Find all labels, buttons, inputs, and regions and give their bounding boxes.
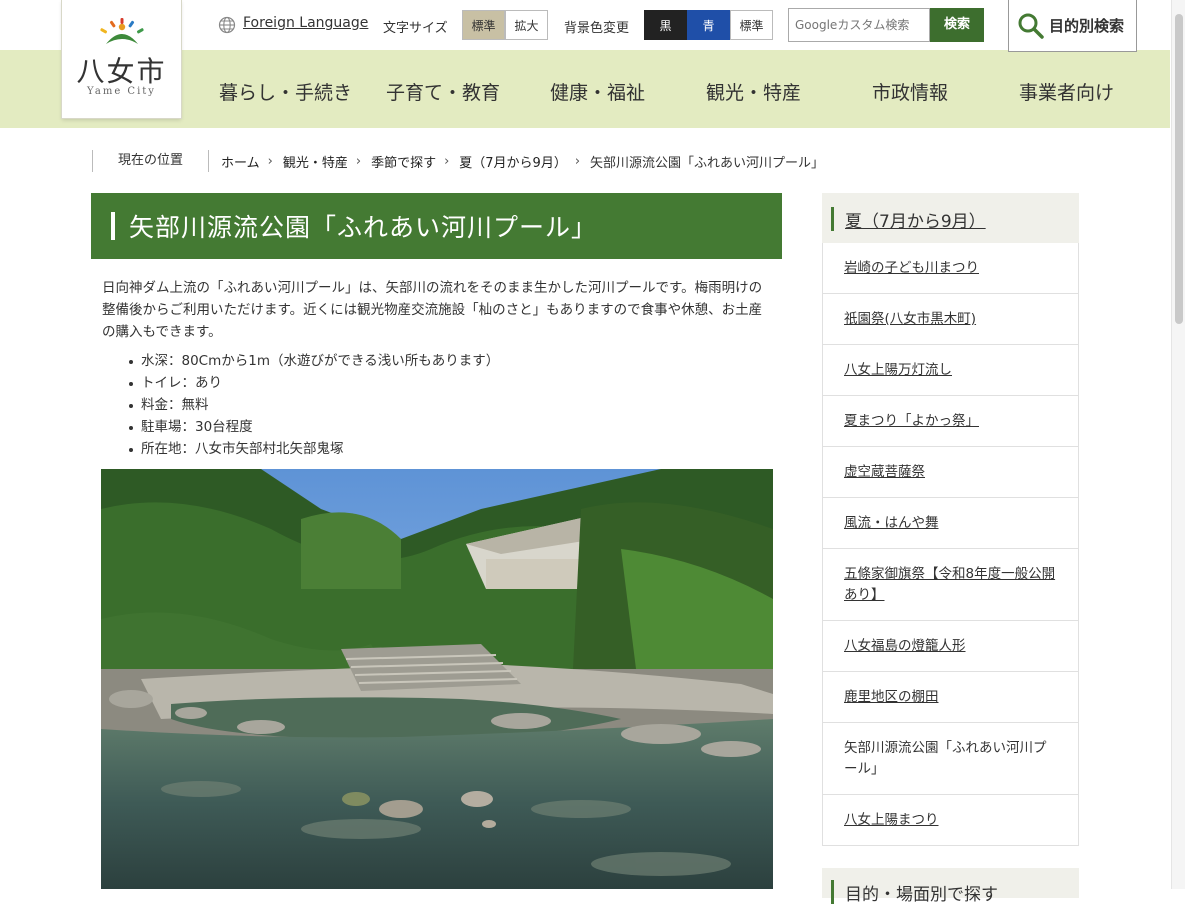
facts-list: 水深：80Cmから1m（水遊びができる浅い所もあります） トイレ：あり 料金：無… — [127, 350, 499, 460]
logo-subtitle: Yame City — [87, 86, 156, 97]
chevron-right-icon: › — [444, 153, 450, 169]
sidebar-item-label: 岩崎の子ども川まつり — [844, 260, 979, 276]
breadcrumb: 現在の位置 ホーム › 観光・特産 › 季節で探す › 夏（7月から9月） › … — [92, 150, 824, 172]
bg-standard-button[interactable]: 標準 — [730, 10, 773, 40]
sidebar-heading-2-text: 目的・場面別で探す — [845, 885, 998, 905]
search-icon — [1018, 13, 1044, 39]
list-item: 水深：80Cmから1m（水遊びができる浅い所もあります） — [127, 350, 499, 372]
font-size-label: 文字サイズ — [383, 21, 448, 36]
sidebar-item[interactable]: 夏まつり「よかっ祭」 — [823, 396, 1078, 447]
sidebar-item-label: 八女上陽まつり — [844, 812, 939, 828]
sidebar-item[interactable]: 虚空蔵菩薩祭 — [823, 447, 1078, 498]
purpose-search-button[interactable]: 目的別検索 — [1008, 0, 1137, 52]
list-item: 料金：無料 — [127, 394, 499, 416]
page-scrollbar[interactable] — [1171, 0, 1185, 889]
sidebar-item[interactable]: 岩崎の子ども川まつり — [823, 243, 1078, 294]
title-accent-bar — [111, 212, 115, 240]
sidebar-item-label: 風流・はんや舞 — [844, 515, 939, 531]
globe-icon — [218, 16, 236, 34]
purpose-search-label: 目的別検索 — [1049, 17, 1125, 35]
bg-black-button[interactable]: 黒 — [644, 10, 687, 40]
article-lead: 日向神ダム上流の「ふれあい河川プール」は、矢部川の流れをそのまま生かした河川プー… — [102, 280, 763, 340]
sidebar-item-current: 矢部川源流公園「ふれあい河川プール」 — [823, 723, 1078, 795]
heading-accent-bar — [831, 207, 834, 231]
sidebar-item-label: 八女上陽万灯流し — [844, 362, 952, 378]
list-item: 駐車場：30台程度 — [127, 416, 499, 438]
sidebar-item-label: 虚空蔵菩薩祭 — [844, 464, 925, 480]
logo-title: 八女市 — [76, 55, 167, 88]
sidebar-item-label: 夏まつり「よかっ祭」 — [844, 413, 979, 429]
nav-living[interactable]: 暮らし・手続き — [219, 78, 352, 105]
search-button[interactable]: 検索 — [930, 8, 984, 42]
site-logo[interactable]: 八女市 Yame City — [62, 0, 181, 118]
nav-tourism[interactable]: 観光・特産 — [706, 78, 801, 105]
sidebar: 夏（7月から9月） 岩崎の子ども川まつり 祇園祭(八女市黒木町) 八女上陽万灯流… — [822, 193, 1079, 846]
sidebar-item[interactable]: 五條家御旗祭【令和8年度一般公開あり】 — [823, 549, 1078, 621]
foreign-language-link[interactable]: Foreign Language — [243, 15, 368, 31]
sidebar-heading: 夏（7月から9月） — [822, 193, 1079, 243]
nav-business[interactable]: 事業者向け — [1019, 78, 1114, 105]
chevron-right-icon: › — [267, 153, 273, 169]
page-title: 矢部川源流公園「ふれあい河川プール」 — [91, 193, 782, 259]
list-item: トイレ：あり — [127, 372, 499, 394]
chevron-right-icon: › — [355, 153, 362, 169]
nav-city-info[interactable]: 市政情報 — [872, 78, 948, 105]
bg-color-label: 背景色変更 — [564, 21, 630, 36]
river-pool-photo — [101, 469, 773, 889]
sidebar-item[interactable]: 祇園祭(八女市黒木町) — [823, 294, 1078, 345]
scrollbar-thumb[interactable] — [1175, 14, 1183, 324]
sidebar-item-label: 矢部川源流公園「ふれあい河川プール」 — [844, 740, 1047, 777]
search-input[interactable] — [788, 8, 930, 42]
sidebar-item[interactable]: 鹿里地区の棚田 — [823, 672, 1078, 723]
breadcrumb-label: 現在の位置 — [92, 150, 210, 172]
breadcrumb-season[interactable]: 季節で探す — [371, 152, 436, 171]
sidebar-item[interactable]: 八女上陽まつり — [823, 795, 1078, 846]
chevron-right-icon: › — [574, 153, 581, 169]
heading-accent-bar — [831, 880, 834, 904]
sidebar-item-label: 八女福島の燈籠人形 — [844, 638, 966, 654]
city-emblem-icon — [100, 18, 144, 44]
breadcrumb-summer[interactable]: 夏（7月から9月） — [459, 152, 567, 171]
sidebar-item-label: 祇園祭(八女市黒木町) — [844, 311, 977, 327]
font-size-large-button[interactable]: 拡大 — [505, 10, 548, 40]
sidebar-item[interactable]: 八女上陽万灯流し — [823, 345, 1078, 396]
sidebar-heading-2: 目的・場面別で探す — [822, 868, 1079, 905]
sidebar-list: 岩崎の子ども川まつり 祇園祭(八女市黒木町) 八女上陽万灯流し 夏まつり「よかっ… — [822, 243, 1079, 846]
nav-childcare[interactable]: 子育て・教育 — [386, 78, 500, 105]
sidebar-item[interactable]: 八女福島の燈籠人形 — [823, 621, 1078, 672]
breadcrumb-tourism[interactable]: 観光・特産 — [283, 152, 348, 171]
breadcrumb-current: 矢部川源流公園「ふれあい河川プール」 — [590, 155, 825, 171]
font-size-standard-button[interactable]: 標準 — [462, 10, 505, 40]
breadcrumb-home[interactable]: ホーム — [221, 152, 260, 171]
bg-blue-button[interactable]: 青 — [687, 10, 730, 40]
nav-health[interactable]: 健康・福祉 — [550, 78, 645, 105]
sidebar-heading-link[interactable]: 夏（7月から9月） — [845, 207, 986, 232]
page-title-text: 矢部川源流公園「ふれあい河川プール」 — [129, 213, 598, 242]
sidebar-item-label: 鹿里地区の棚田 — [844, 689, 939, 705]
sidebar-item-label: 五條家御旗祭【令和8年度一般公開あり】 — [844, 566, 1056, 603]
list-item: 所在地：八女市矢部村北矢部鬼塚 — [127, 438, 499, 460]
sidebar-item[interactable]: 風流・はんや舞 — [823, 498, 1078, 549]
